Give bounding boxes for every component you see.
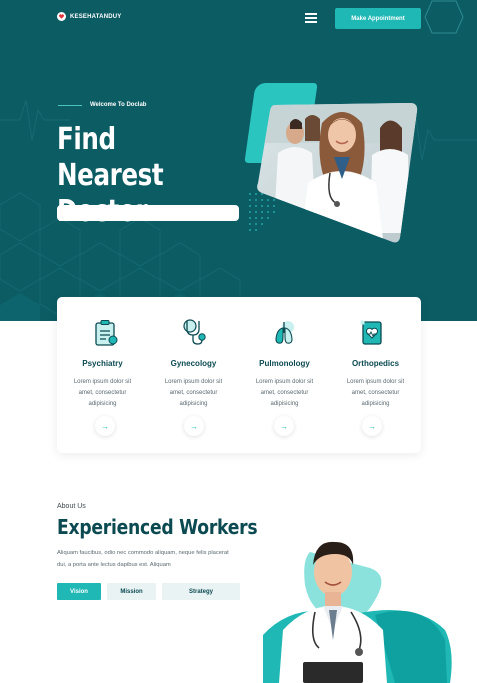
tab-mission[interactable]: Mission — [107, 583, 156, 600]
service-description: Lorem ipsum dolor sit amet, consectetur … — [73, 379, 132, 407]
hexagon-outline-decoration — [424, 0, 464, 34]
about-title: Experienced Workers — [57, 515, 258, 539]
service-description: Lorem ipsum dolor sit amet, consectetur … — [164, 379, 223, 407]
hamburger-menu-icon[interactable] — [305, 13, 317, 23]
tagline-line — [58, 104, 82, 106]
hero-section: KESEHATANDUY Make Appointment Welcome To… — [0, 0, 477, 321]
doctors-group-image — [257, 103, 418, 243]
about-eyebrow: About Us — [57, 503, 86, 510]
heart-book-icon — [360, 320, 382, 345]
logo-heart-icon — [57, 12, 66, 21]
service-title: Gynecology — [170, 359, 217, 368]
service-title: Pulmonology — [259, 359, 310, 368]
service-gynecology[interactable]: Gynecology Lorem ipsum dolor sit amet, c… — [148, 297, 239, 453]
tab-strategy[interactable]: Strategy — [162, 583, 240, 600]
logo-text: KESEHATANDUY — [70, 13, 122, 20]
arrow-right-icon[interactable]: → — [274, 416, 294, 436]
search-input[interactable] — [57, 205, 239, 221]
hero-title-line-1: Find Nearest — [57, 122, 164, 193]
about-doctor-image — [255, 530, 455, 683]
about-description: Aliquam faucibus, odio nec commodo aliqu… — [57, 550, 229, 568]
arrow-right-icon[interactable]: → — [95, 416, 115, 436]
services-card: Psychiatry Lorem ipsum dolor sit amet, c… — [57, 297, 421, 453]
make-appointment-button[interactable]: Make Appointment — [335, 8, 421, 29]
arrow-right-icon[interactable]: → — [184, 416, 204, 436]
service-orthopedics[interactable]: Orthopedics Lorem ipsum dolor sit amet, … — [330, 297, 421, 453]
service-description: Lorem ipsum dolor sit amet, consectetur … — [346, 379, 405, 407]
arrow-right-icon[interactable]: → — [362, 416, 382, 436]
welcome-tagline: Welcome To Doclab — [58, 102, 146, 108]
hero-doctors-photo — [244, 83, 430, 248]
service-title: Orthopedics — [351, 359, 400, 368]
site-logo[interactable]: KESEHATANDUY — [57, 12, 122, 21]
service-title: Psychiatry — [82, 359, 123, 368]
stethoscope-icon — [183, 319, 206, 345]
male-doctor-illustration — [263, 541, 452, 683]
service-description: Lorem ipsum dolor sit amet, consectetur … — [255, 379, 314, 407]
service-pulmonology[interactable]: Pulmonology Lorem ipsum dolor sit amet, … — [239, 297, 330, 453]
tab-vision[interactable]: Vision — [57, 583, 101, 600]
welcome-text: Welcome To Doclab — [90, 102, 147, 108]
service-psychiatry[interactable]: Psychiatry Lorem ipsum dolor sit amet, c… — [57, 297, 148, 453]
lungs-icon — [275, 321, 294, 344]
clipboard-medical-icon — [95, 320, 118, 346]
about-tabs: Vision Mission Strategy — [57, 583, 240, 600]
